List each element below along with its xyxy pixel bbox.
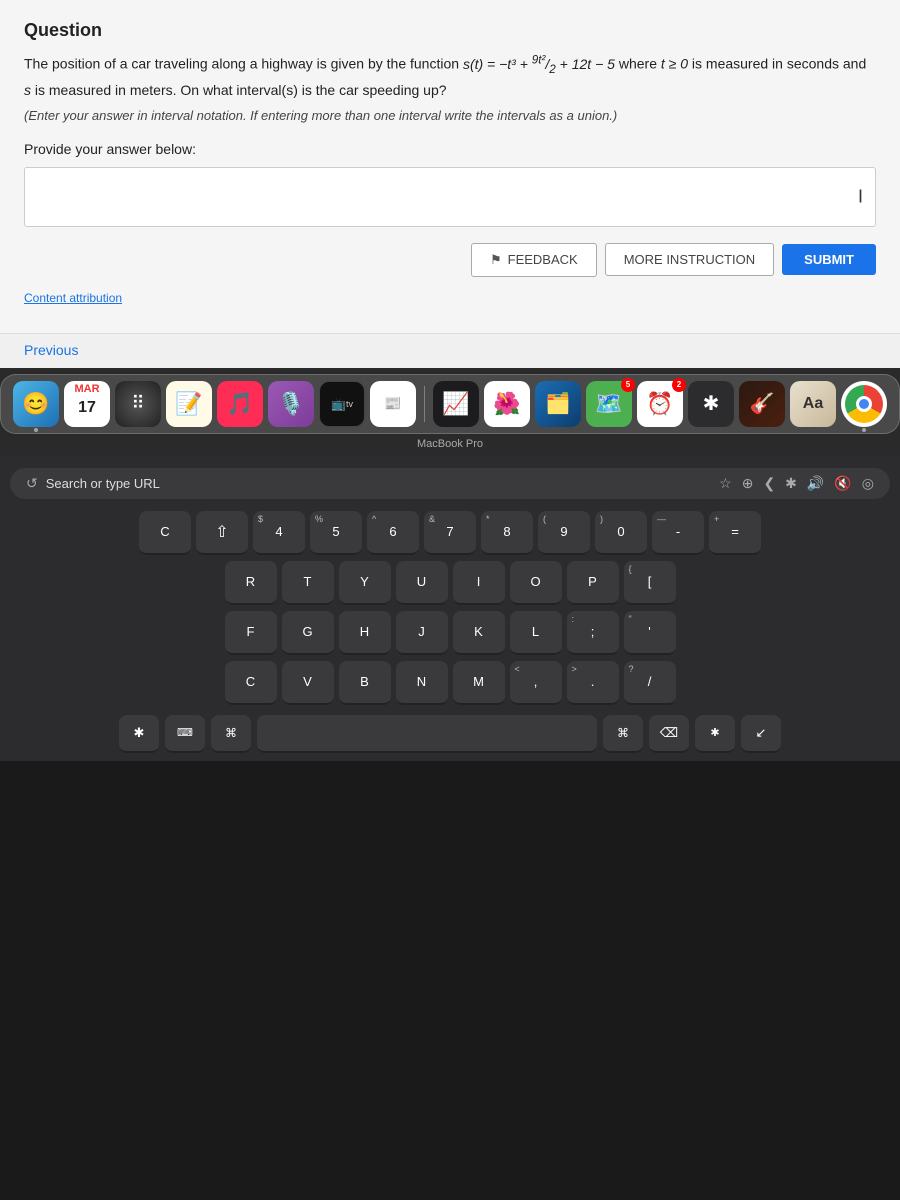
- volume-icon[interactable]: 🔊: [807, 475, 824, 492]
- key-7[interactable]: &7: [424, 511, 476, 555]
- key-fn-bottom[interactable]: ✱: [695, 715, 735, 753]
- action-buttons: ⚑ FEEDBACK MORE INSTRUCTION SUBMIT: [24, 243, 876, 277]
- profile-icon[interactable]: ◎: [862, 475, 874, 492]
- dock-macbook-label: MacBook Pro: [417, 438, 483, 450]
- question-body: The position of a car traveling along a …: [24, 51, 876, 102]
- nav-back-icon[interactable]: ❮: [763, 475, 775, 492]
- key-semicolon[interactable]: :;: [567, 611, 619, 655]
- key-n[interactable]: N: [396, 661, 448, 705]
- key-backspace[interactable]: ⌫: [649, 715, 689, 753]
- dock-icon-stocks[interactable]: 📈: [433, 381, 479, 427]
- dock-icon-bluetooth[interactable]: ✱: [688, 381, 734, 427]
- key-b[interactable]: B: [339, 661, 391, 705]
- address-bar[interactable]: ↺ Search or type URL ☆ ⊕ ❮ ✱ 🔊 🔇 ◎: [10, 468, 890, 499]
- question-panel: Question The position of a car traveling…: [0, 0, 900, 333]
- key-fn-keyboard[interactable]: ⌨: [165, 715, 205, 753]
- keyboard-row-bottom-special: ✱ ⌨ ⌘ ⌘ ⌫ ✱ ↙: [10, 715, 890, 753]
- key-y[interactable]: Y: [339, 561, 391, 605]
- clock-badge: 2: [672, 378, 686, 392]
- dock-icon-keynote[interactable]: 🗂️: [535, 381, 581, 427]
- dock-icon-launchpad[interactable]: ⠿: [115, 381, 161, 427]
- key-cmd-right[interactable]: ⌘: [603, 715, 643, 753]
- dock-icon-maps[interactable]: 🗺️ 5: [586, 381, 632, 427]
- settings-icon[interactable]: ✱: [785, 475, 797, 492]
- dock-icon-photos[interactable]: 🌺: [484, 381, 530, 427]
- add-tab-icon[interactable]: ⊕: [742, 475, 754, 492]
- question-title: Question: [24, 20, 876, 41]
- key-slash[interactable]: ?/: [624, 661, 676, 705]
- bookmark-icon[interactable]: ☆: [719, 475, 732, 492]
- keyboard-area: ↺ Search or type URL ☆ ⊕ ❮ ✱ 🔊 🔇 ◎ C ⇧ $…: [0, 456, 900, 761]
- answer-input-box[interactable]: I: [24, 167, 876, 227]
- mute-icon[interactable]: 🔇: [834, 475, 851, 492]
- keyboard-row-bottom: C V B N M <, >. ?/: [10, 661, 890, 705]
- key-u[interactable]: U: [396, 561, 448, 605]
- key-m[interactable]: M: [453, 661, 505, 705]
- key-9[interactable]: (9: [538, 511, 590, 555]
- dock-icon-garageband[interactable]: 🎸: [739, 381, 785, 427]
- key-quote[interactable]: "': [624, 611, 676, 655]
- key-period[interactable]: >.: [567, 661, 619, 705]
- key-i[interactable]: I: [453, 561, 505, 605]
- key-bracket-left[interactable]: {[: [624, 561, 676, 605]
- browser-action-icons: ☆ ⊕ ❮ ✱ 🔊 🔇 ◎: [719, 475, 874, 492]
- key-v[interactable]: V: [282, 661, 334, 705]
- instruction-text: (Enter your answer in interval notation.…: [24, 108, 876, 123]
- key-fn-settings[interactable]: ✱: [119, 715, 159, 753]
- dock-icon-clock[interactable]: ⏰ 2: [637, 381, 683, 427]
- dock-icon-calendar[interactable]: MAR 17: [64, 381, 110, 427]
- dock-icon-podcasts[interactable]: 🎙️: [268, 381, 314, 427]
- key-reload[interactable]: C: [139, 511, 191, 555]
- key-8[interactable]: *8: [481, 511, 533, 555]
- more-instruction-button[interactable]: MORE INSTRUCTION: [605, 243, 774, 276]
- keyboard: C ⇧ $4 %5 ^6 &7 *8 (9 )0 —- += R T Y U I…: [10, 511, 890, 753]
- dock-divider: [424, 386, 425, 422]
- address-text[interactable]: Search or type URL: [46, 476, 711, 491]
- key-p[interactable]: P: [567, 561, 619, 605]
- key-r[interactable]: R: [225, 561, 277, 605]
- key-k[interactable]: K: [453, 611, 505, 655]
- key-minus[interactable]: —-: [652, 511, 704, 555]
- key-o[interactable]: O: [510, 561, 562, 605]
- key-4[interactable]: $4: [253, 511, 305, 555]
- dock-icon-music[interactable]: 🎵: [217, 381, 263, 427]
- dock-icon-news[interactable]: 📰: [370, 381, 416, 427]
- key-shift-left[interactable]: ⇧: [196, 511, 248, 555]
- dock-area: 😊 MAR 17 ⠿ 📝 🎵 🎙️ 📺 tv 📰: [0, 368, 900, 456]
- previous-link[interactable]: Previous: [24, 342, 78, 358]
- keyboard-row-home: F G H J K L :; "': [10, 611, 890, 655]
- key-arrow-down[interactable]: ↙: [741, 715, 781, 753]
- key-t[interactable]: T: [282, 561, 334, 605]
- key-comma[interactable]: <,: [510, 661, 562, 705]
- dock-icon-notes[interactable]: 📝: [166, 381, 212, 427]
- provide-label: Provide your answer below:: [24, 141, 876, 157]
- submit-button[interactable]: SUBMIT: [782, 244, 876, 275]
- key-h[interactable]: H: [339, 611, 391, 655]
- key-5[interactable]: %5: [310, 511, 362, 555]
- dock-bar: 😊 MAR 17 ⠿ 📝 🎵 🎙️ 📺 tv 📰: [0, 374, 900, 434]
- dock-icon-finder[interactable]: 😊: [13, 381, 59, 427]
- key-f[interactable]: F: [225, 611, 277, 655]
- content-attribution-link[interactable]: Content attribution: [24, 291, 876, 305]
- text-cursor: I: [858, 186, 863, 207]
- feedback-button[interactable]: ⚑ FEEDBACK: [471, 243, 597, 277]
- dock-icon-chrome[interactable]: [841, 381, 887, 427]
- key-j[interactable]: J: [396, 611, 448, 655]
- key-space[interactable]: [257, 715, 597, 753]
- flag-icon: ⚑: [490, 252, 502, 268]
- key-0[interactable]: )0: [595, 511, 647, 555]
- dock-icon-dictionary[interactable]: Aa: [790, 381, 836, 427]
- keyboard-row-top: R T Y U I O P {[: [10, 561, 890, 605]
- key-6[interactable]: ^6: [367, 511, 419, 555]
- maps-badge: 5: [621, 378, 635, 392]
- key-cmd-left[interactable]: ⌘: [211, 715, 251, 753]
- keyboard-row-numbers: C ⇧ $4 %5 ^6 &7 *8 (9 )0 —- +=: [10, 511, 890, 555]
- key-l[interactable]: L: [510, 611, 562, 655]
- dock-icon-appletv[interactable]: 📺 tv: [319, 381, 365, 427]
- key-equals[interactable]: +=: [709, 511, 761, 555]
- key-c[interactable]: C: [225, 661, 277, 705]
- reload-icon: ↺: [26, 475, 38, 492]
- key-g[interactable]: G: [282, 611, 334, 655]
